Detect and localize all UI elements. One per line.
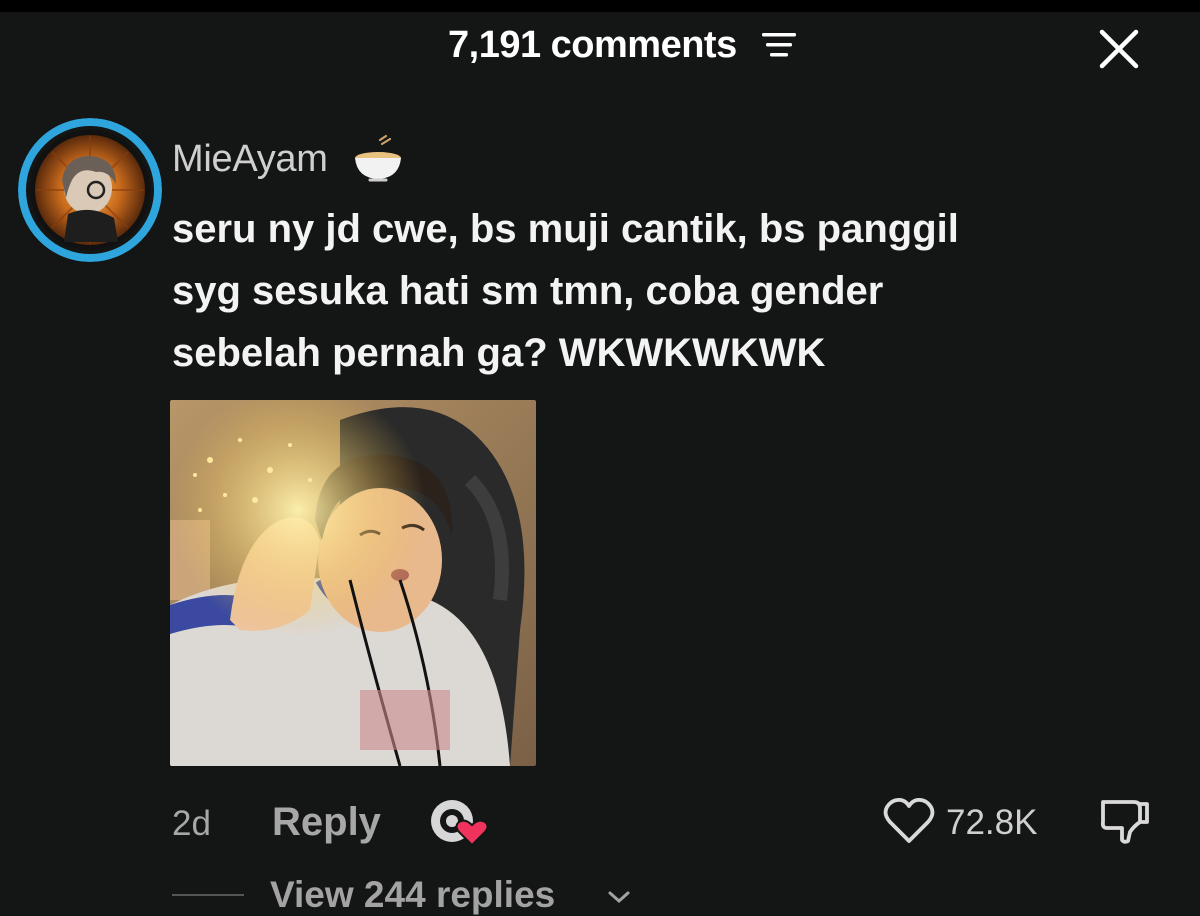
thumbs-down-icon[interactable] [1098,796,1152,846]
comment-line: sebelah pernah ga? WKWKWKWK [172,331,826,375]
comment-line: syg sesuka hati sm tmn, coba gender [172,269,884,313]
comment-age: 2d [172,804,211,843]
close-icon[interactable] [1096,26,1142,72]
username[interactable]: MieAyam [172,138,328,181]
top-border [0,0,1200,12]
reply-button[interactable]: Reply [272,800,381,845]
replies-divider [172,894,244,896]
comment-line: seru ny jd cwe, bs muji cantik, bs pangg… [172,207,959,251]
attached-photo[interactable] [170,400,536,766]
comment-count: 7,191 comments [448,24,737,66]
like-count: 72.8K [946,803,1038,842]
comment-text: seru ny jd cwe, bs muji cantik, bs pangg… [172,198,1132,384]
sort-filter-icon[interactable] [758,30,802,60]
view-replies-link[interactable]: View 244 replies [270,874,555,916]
chevron-down-icon[interactable] [606,888,632,906]
heart-outline-icon[interactable] [882,796,936,846]
noodle-bowl-icon [355,134,401,182]
avatar[interactable] [18,118,162,262]
gift-heart-icon[interactable] [428,795,492,847]
